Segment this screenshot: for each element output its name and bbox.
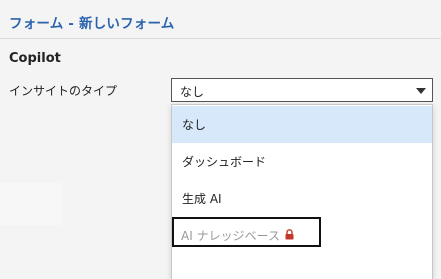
insight-type-selected-value: なし xyxy=(180,85,205,99)
emphasis-outline xyxy=(172,217,321,247)
option-dashboard[interactable]: ダッシュボード xyxy=(172,143,432,180)
option-label: なし xyxy=(182,118,207,132)
insight-type-label: インサイトのタイプ xyxy=(9,84,118,98)
option-label: ダッシュボード xyxy=(182,155,267,169)
insight-type-dropdown-list: なし ダッシュボード 生成 AI AI ナレッジベース xyxy=(171,104,433,279)
header-divider xyxy=(0,38,441,39)
background-panel xyxy=(0,183,62,225)
insight-type-select[interactable]: なし xyxy=(171,78,433,102)
chevron-down-icon[interactable] xyxy=(416,88,426,94)
page-title: フォーム - 新しいフォーム xyxy=(9,16,175,32)
option-none[interactable]: なし xyxy=(172,106,432,143)
option-generative-ai[interactable]: 生成 AI xyxy=(172,180,432,217)
section-title-copilot: Copilot xyxy=(9,51,61,66)
option-label: 生成 AI xyxy=(182,192,222,206)
